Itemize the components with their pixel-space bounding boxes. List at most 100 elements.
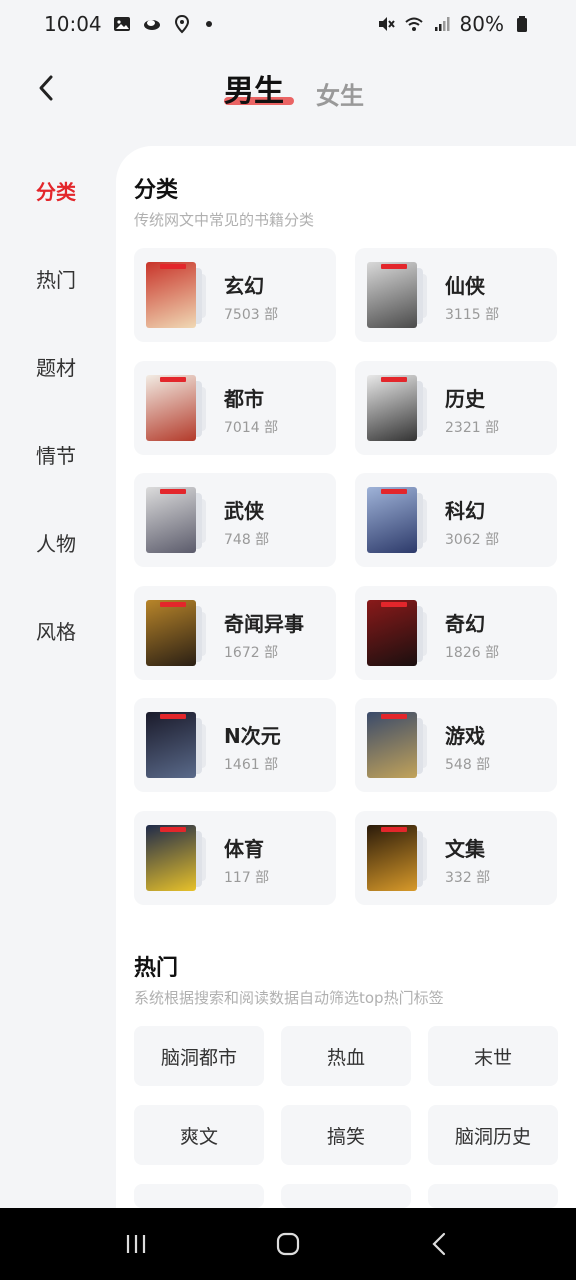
category-name: 都市 bbox=[224, 386, 264, 411]
signal-icon bbox=[432, 14, 452, 34]
category-count: 3115 部 bbox=[445, 307, 500, 323]
category-card[interactable]: 都市 7014 部 bbox=[134, 360, 336, 455]
book-cover-image bbox=[146, 599, 196, 666]
category-name: 游戏 bbox=[445, 724, 485, 748]
tab-female[interactable]: 女生 bbox=[316, 76, 364, 111]
status-right: 80% bbox=[376, 12, 532, 36]
category-card[interactable]: 仙侠 3115 部 bbox=[355, 248, 557, 342]
tag-partial[interactable] bbox=[281, 1184, 411, 1208]
section-subtitle-hot: 系统根据搜索和阅读数据自动筛选top热门标签 bbox=[134, 989, 444, 1007]
section-title-hot: 热门 bbox=[134, 956, 179, 981]
book-cover-image bbox=[367, 374, 417, 441]
category-count: 748 部 bbox=[224, 532, 270, 548]
category-card[interactable]: 奇幻 1826 部 bbox=[355, 585, 557, 680]
hot-tag[interactable]: 爽文 bbox=[134, 1105, 264, 1165]
home-icon bbox=[276, 1232, 300, 1256]
sidebar-item-plot[interactable]: 情节 bbox=[36, 440, 96, 469]
book-cover-image bbox=[146, 262, 196, 328]
sidebar-item-character[interactable]: 人物 bbox=[36, 528, 96, 557]
recent-apps-icon bbox=[126, 1235, 146, 1253]
sidebar-item-hot[interactable]: 热门 bbox=[36, 264, 96, 293]
category-name: 奇幻 bbox=[445, 611, 485, 636]
category-card[interactable]: 体育 117 部 bbox=[134, 810, 336, 905]
cover-badge bbox=[381, 489, 407, 494]
book-cover-image bbox=[367, 824, 417, 891]
category-count: 2321 部 bbox=[445, 419, 500, 436]
book-cover-image bbox=[367, 262, 417, 328]
book-cover-image bbox=[146, 487, 196, 553]
hot-tag[interactable]: 脑洞历史 bbox=[428, 1105, 558, 1165]
category-name: 文集 bbox=[445, 836, 485, 861]
section-subtitle-category: 传统网文中常见的书籍分类 bbox=[134, 211, 315, 229]
cover-badge bbox=[160, 714, 186, 719]
book-cover-image bbox=[146, 824, 196, 891]
sidebar-item-theme[interactable]: 题材 bbox=[36, 352, 96, 381]
category-name: 玄幻 bbox=[224, 274, 264, 298]
cover-badge bbox=[160, 601, 186, 607]
category-count: 7014 部 bbox=[224, 419, 279, 436]
status-time: 10:04 bbox=[44, 12, 102, 36]
category-name: 武侠 bbox=[224, 499, 264, 523]
category-name: 科幻 bbox=[445, 499, 485, 523]
tag-partial[interactable] bbox=[134, 1184, 264, 1208]
header: 男生 女生 bbox=[0, 56, 576, 120]
recent-apps-button[interactable] bbox=[112, 1220, 160, 1268]
cover-badge bbox=[160, 826, 186, 832]
sidebar-item-category[interactable]: 分类 bbox=[36, 176, 96, 205]
category-card[interactable]: 游戏 548 部 bbox=[355, 698, 557, 792]
category-count: 1826 部 bbox=[445, 644, 500, 661]
category-name: N次元 bbox=[224, 724, 281, 748]
category-card[interactable]: 历史 2321 部 bbox=[355, 360, 557, 455]
category-card[interactable]: 科幻 3062 部 bbox=[355, 473, 557, 567]
hot-tag[interactable]: 末世 bbox=[428, 1026, 558, 1086]
battery-percent: 80% bbox=[459, 12, 504, 36]
category-card[interactable]: 奇闻异事 1672 部 bbox=[134, 585, 336, 680]
category-name: 历史 bbox=[445, 386, 485, 411]
category-count: 117 部 bbox=[224, 869, 270, 886]
category-name: 体育 bbox=[224, 836, 264, 861]
book-cover-image bbox=[146, 374, 196, 441]
tag-partial[interactable] bbox=[428, 1184, 558, 1208]
category-name: 奇闻异事 bbox=[224, 611, 304, 636]
book-cover-image bbox=[146, 712, 196, 778]
category-card[interactable]: N次元 1461 部 bbox=[134, 698, 336, 792]
status-left: 10:04 bbox=[44, 12, 212, 36]
cover-badge bbox=[160, 264, 186, 269]
sidebar-item-style[interactable]: 风格 bbox=[36, 616, 96, 645]
tab-male[interactable]: 男生 bbox=[224, 66, 284, 110]
category-name: 仙侠 bbox=[445, 274, 485, 298]
category-card[interactable]: 武侠 748 部 bbox=[134, 473, 336, 567]
home-button[interactable] bbox=[264, 1220, 312, 1268]
mute-icon bbox=[376, 14, 396, 34]
hot-tag[interactable]: 脑洞都市 bbox=[134, 1026, 264, 1086]
category-count: 7503 部 bbox=[224, 307, 279, 323]
cloud-icon bbox=[142, 14, 162, 34]
hot-tag[interactable]: 热血 bbox=[281, 1026, 411, 1086]
cover-badge bbox=[381, 826, 407, 832]
notification-dot bbox=[205, 21, 212, 27]
cover-badge bbox=[381, 714, 407, 719]
cover-badge bbox=[160, 489, 186, 494]
category-card[interactable]: 玄幻 7503 部 bbox=[134, 248, 336, 342]
category-count: 548 部 bbox=[445, 757, 491, 773]
category-count: 1461 部 bbox=[224, 757, 279, 773]
section-title-category: 分类 bbox=[134, 178, 179, 203]
hot-tag[interactable]: 搞笑 bbox=[281, 1105, 411, 1165]
category-count: 1672 部 bbox=[224, 644, 279, 661]
status-bar: 10:04 80% bbox=[0, 0, 576, 48]
back-icon bbox=[432, 1232, 446, 1256]
image-icon bbox=[112, 14, 132, 34]
book-cover-image bbox=[367, 712, 417, 778]
cover-badge bbox=[381, 376, 407, 382]
book-cover-image bbox=[367, 487, 417, 553]
wifi-icon bbox=[404, 14, 424, 34]
chevron-left-icon bbox=[39, 75, 53, 101]
category-card[interactable]: 文集 332 部 bbox=[355, 810, 557, 905]
system-back-button[interactable] bbox=[416, 1220, 464, 1268]
back-button[interactable] bbox=[30, 68, 62, 108]
cover-badge bbox=[160, 376, 186, 382]
cover-badge bbox=[381, 601, 407, 607]
system-nav-bar bbox=[0, 1208, 576, 1280]
category-count: 3062 部 bbox=[445, 532, 500, 548]
book-cover-image bbox=[367, 599, 417, 666]
